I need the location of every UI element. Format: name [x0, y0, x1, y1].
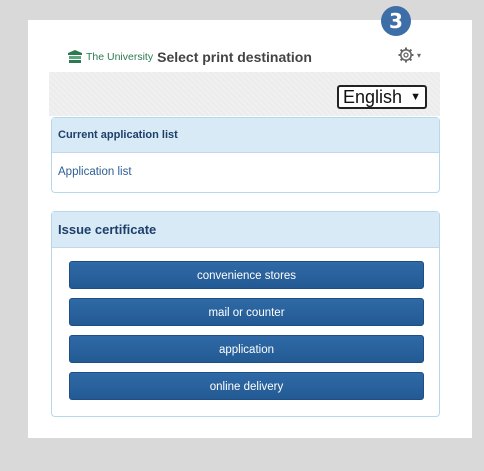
current-application-heading: Current application list [52, 118, 439, 153]
application-button[interactable]: application [69, 335, 424, 363]
chevron-down-icon: ▼ [410, 91, 421, 103]
online-delivery-button[interactable]: online delivery [69, 372, 424, 400]
language-selected-value: English [343, 86, 403, 107]
settings-menu-button[interactable]: ▾ [398, 47, 421, 63]
mail-or-counter-button[interactable]: mail or counter [69, 298, 424, 326]
step-badge: 3 [381, 6, 411, 36]
application-list-link[interactable]: Application list [52, 153, 439, 191]
destination-button-list: convenience stores mail or counter appli… [69, 261, 424, 409]
logo-text: The University [86, 51, 154, 63]
chevron-down-icon: ▾ [416, 50, 421, 60]
convenience-stores-button[interactable]: convenience stores [69, 261, 424, 289]
language-select[interactable]: English ▼ [337, 85, 427, 109]
issue-certificate-heading: Issue certificate [52, 212, 439, 248]
page-title: Select print destination [157, 49, 312, 65]
issue-certificate-card: Issue certificate convenience stores mai… [51, 211, 440, 417]
university-logo-icon [68, 50, 82, 63]
gear-icon [398, 47, 414, 63]
app-header: The University Select print destination … [47, 42, 439, 72]
language-bar: English ▼ [49, 72, 440, 116]
current-application-card: Current application list Application lis… [51, 117, 440, 193]
